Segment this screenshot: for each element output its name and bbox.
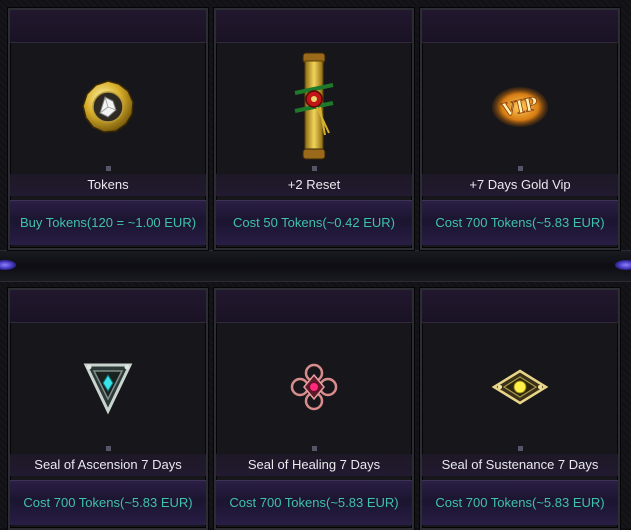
buy-reset-button[interactable]: Cost 50 Tokens(~0.42 EUR) bbox=[216, 200, 412, 245]
item-name: Seal of Healing 7 Days bbox=[216, 454, 412, 476]
divider-notch bbox=[106, 166, 111, 171]
shop-item-card[interactable]: Seal of Sustenance 7 Days Cost 700 Token… bbox=[420, 288, 620, 530]
buy-sustenance-seal-button[interactable]: Cost 700 Tokens(~5.83 EUR) bbox=[422, 480, 618, 525]
buy-ascension-seal-button[interactable]: Cost 700 Tokens(~5.83 EUR) bbox=[10, 480, 206, 525]
item-art bbox=[216, 43, 412, 171]
card-header bbox=[10, 10, 206, 43]
shop-item-card[interactable]: VIP +7 Days Gold Vip Cost 700 Tokens(~5.… bbox=[420, 8, 620, 250]
item-name: Seal of Ascension 7 Days bbox=[10, 454, 206, 476]
scroll-icon bbox=[294, 52, 334, 160]
divider-notch bbox=[312, 166, 317, 171]
item-art bbox=[422, 323, 618, 451]
divider-notch bbox=[518, 446, 523, 451]
divider-notch bbox=[106, 446, 111, 451]
item-name: +2 Reset bbox=[216, 174, 412, 196]
shop-item-card[interactable]: +2 Reset Cost 50 Tokens(~0.42 EUR) bbox=[214, 8, 414, 250]
buy-vip-button[interactable]: Cost 700 Tokens(~5.83 EUR) bbox=[422, 200, 618, 245]
item-art bbox=[10, 323, 206, 451]
sustenance-seal-icon bbox=[491, 369, 549, 405]
buy-healing-seal-button[interactable]: Cost 700 Tokens(~5.83 EUR) bbox=[216, 480, 412, 525]
buy-tokens-button[interactable]: Buy Tokens(120 = ~1.00 EUR) bbox=[10, 200, 206, 245]
card-header bbox=[216, 10, 412, 43]
item-name: Tokens bbox=[10, 174, 206, 196]
card-header bbox=[216, 290, 412, 323]
item-name: Seal of Sustenance 7 Days bbox=[422, 454, 618, 476]
item-art bbox=[10, 43, 206, 171]
card-header bbox=[10, 290, 206, 323]
card-header bbox=[422, 10, 618, 43]
shop-item-card[interactable]: Seal of Ascension 7 Days Cost 700 Tokens… bbox=[8, 288, 208, 530]
item-art bbox=[216, 323, 412, 451]
divider-gem-icon bbox=[0, 260, 16, 270]
healing-seal-icon bbox=[290, 363, 338, 411]
item-name: +7 Days Gold Vip bbox=[422, 174, 618, 196]
divider-notch bbox=[518, 166, 523, 171]
item-shop: Tokens Buy Tokens(120 = ~1.00 EUR) +2 Re… bbox=[0, 0, 631, 530]
row-divider bbox=[0, 250, 631, 282]
card-header bbox=[422, 290, 618, 323]
shop-item-card[interactable]: Tokens Buy Tokens(120 = ~1.00 EUR) bbox=[8, 8, 208, 250]
divider-gem-icon bbox=[615, 260, 631, 270]
token-coin-icon bbox=[82, 80, 134, 133]
shop-item-card[interactable]: Seal of Healing 7 Days Cost 700 Tokens(~… bbox=[214, 288, 414, 530]
vip-badge-icon: VIP bbox=[492, 87, 548, 127]
divider-notch bbox=[312, 446, 317, 451]
item-art: VIP bbox=[422, 43, 618, 171]
ascension-seal-icon bbox=[83, 363, 133, 415]
